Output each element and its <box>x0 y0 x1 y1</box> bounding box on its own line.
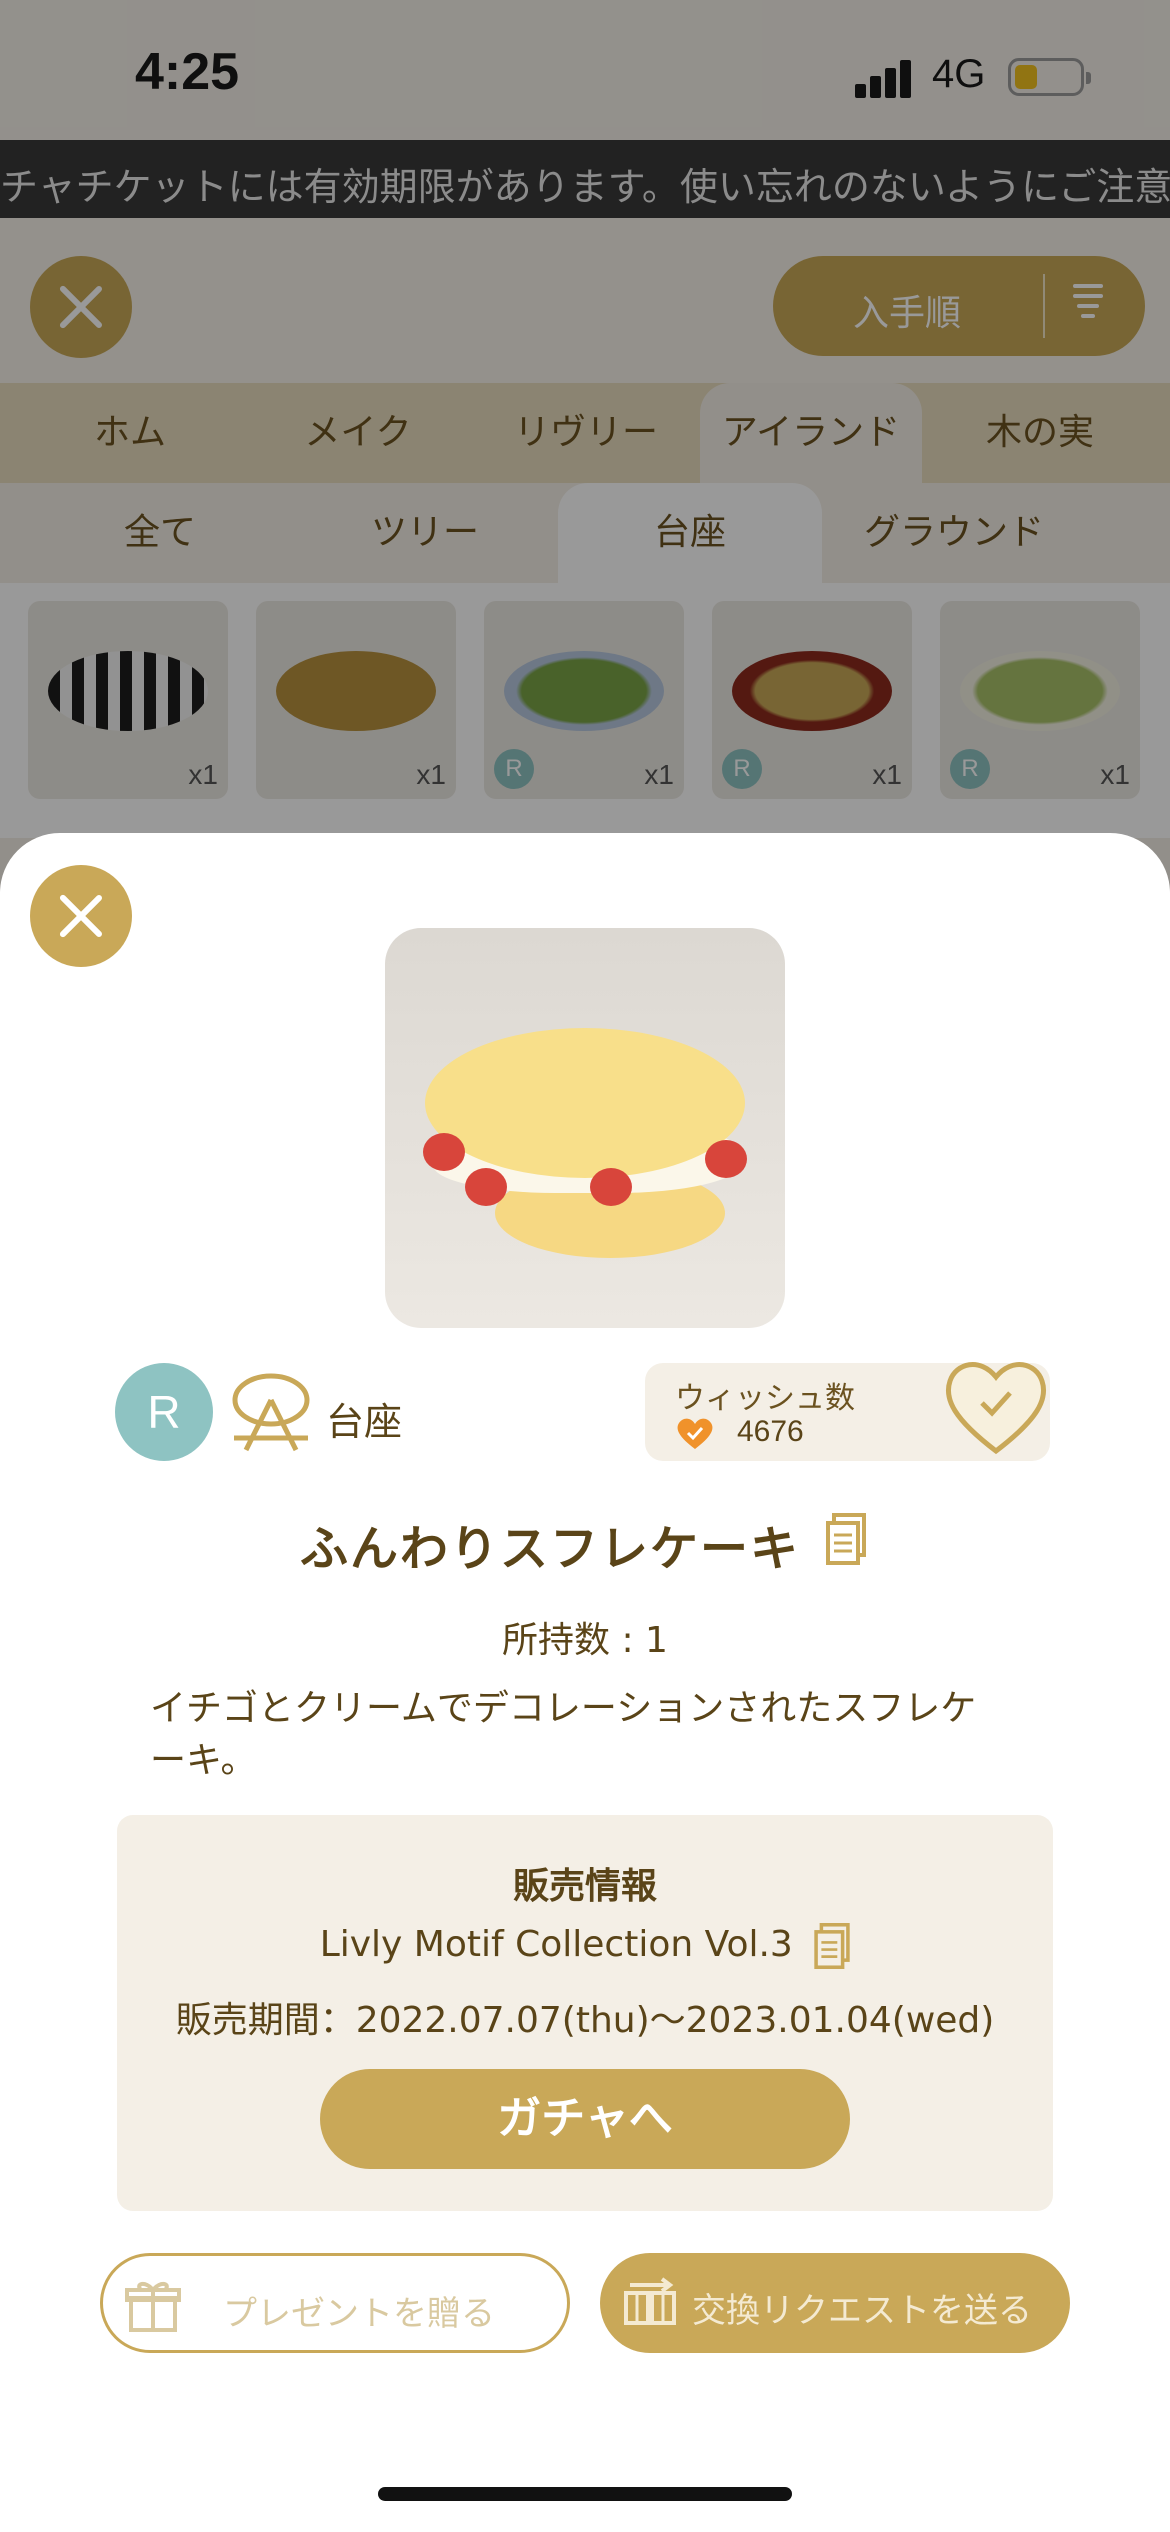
item-description: イチゴとクリームでデコレーションされたスフレケーキ。 <box>150 1688 977 1781</box>
item-name: ふんわりスフレケーキ <box>299 1521 800 1577</box>
item-name-row: ふんわりスフレケーキ <box>0 1509 1170 1579</box>
rarity-badge: R <box>115 1363 213 1461</box>
sale-title: 販売情報 <box>512 1866 657 1907</box>
wish-count: 4676 <box>737 1415 804 1448</box>
wish-label: ウィッシュ数 <box>675 1381 855 1416</box>
collection-name: Livly Motif Collection Vol.3 <box>319 1924 793 1965</box>
home-indicator[interactable] <box>378 2487 792 2501</box>
pedestal-icon <box>232 1373 310 1452</box>
heart-icon <box>677 1418 713 1449</box>
sale-period: 販売期間：2022.07.07(thu)〜2023.01.04(wed) <box>175 2000 995 2041</box>
present-label: プレゼントを贈る <box>223 2294 495 2334</box>
item-image <box>385 928 785 1328</box>
document-icon[interactable] <box>814 1923 850 1969</box>
category-label: 台座 <box>326 1400 403 1444</box>
trade-request-button[interactable]: 交換リクエストを送る <box>600 2253 1070 2353</box>
wishlist-heart-button[interactable] <box>940 1353 1052 1457</box>
go-to-gacha-button[interactable]: ガチャへ <box>320 2069 850 2169</box>
exchange-icon <box>624 2277 676 2325</box>
document-icon[interactable] <box>826 1513 866 1565</box>
gift-icon <box>125 2282 181 2332</box>
trade-label: 交換リクエストを送る <box>692 2291 1032 2331</box>
item-detail-sheet: R 台座 ウィッシュ数 4676 ふんわりスフレケーキ 所持数 : 1 イチゴと… <box>0 833 1170 2532</box>
sale-collection: Livly Motif Collection Vol.3 <box>117 1923 1053 1969</box>
owned-count: 所持数 : 1 <box>502 1620 668 1661</box>
sale-info-box: 販売情報 Livly Motif Collection Vol.3 販売期間：2… <box>117 1815 1053 2211</box>
send-present-button[interactable]: プレゼントを贈る <box>100 2253 570 2353</box>
close-icon[interactable] <box>30 865 132 967</box>
